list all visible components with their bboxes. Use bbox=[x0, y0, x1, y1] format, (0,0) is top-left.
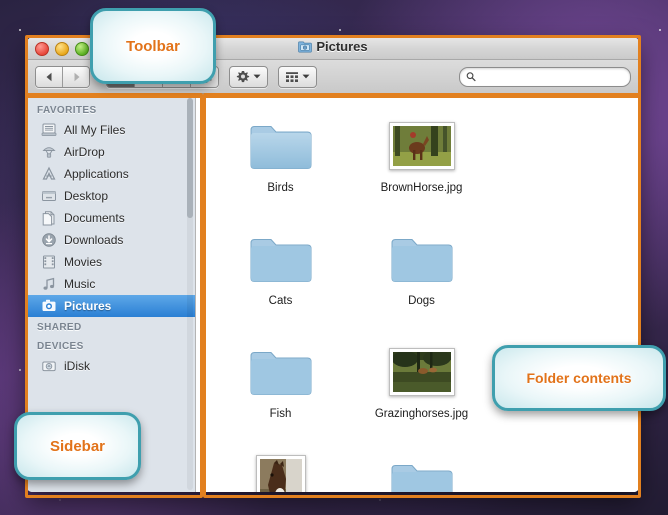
file-label: Grazinghorses.jpg bbox=[374, 408, 469, 420]
sidebar-item-downloads[interactable]: Downloads bbox=[27, 229, 195, 251]
file-item-cats[interactable]: Cats bbox=[210, 221, 351, 334]
thumbnail bbox=[255, 451, 306, 492]
folder-icon bbox=[250, 352, 311, 395]
sidebar-item-airdrop[interactable]: AirDrop bbox=[27, 141, 195, 163]
chevron-down-icon bbox=[253, 74, 261, 79]
sidebar-item-label: AirDrop bbox=[64, 145, 105, 159]
callout-contents-label: Folder contents bbox=[526, 370, 632, 386]
file-item-birds[interactable]: Birds bbox=[210, 108, 351, 221]
horse1-image bbox=[259, 459, 302, 492]
folder-icon bbox=[391, 465, 452, 492]
gear-icon bbox=[236, 70, 250, 82]
forward-button[interactable] bbox=[63, 66, 89, 87]
sidebar-item-music[interactable]: Music bbox=[27, 273, 195, 295]
all-my-files-icon bbox=[41, 123, 57, 136]
callout-sidebar-label: Sidebar bbox=[49, 437, 106, 455]
file-label: Birds bbox=[267, 182, 294, 194]
sidebar-item-movies[interactable]: Movies bbox=[27, 251, 195, 273]
sidebar-section-header-shared: SHARED bbox=[37, 322, 82, 333]
back-button[interactable] bbox=[36, 66, 63, 87]
sidebar-item-label: Pictures bbox=[64, 299, 112, 313]
sidebar-item-label: Desktop bbox=[64, 189, 109, 203]
downloads-icon bbox=[42, 233, 56, 247]
folder-icon bbox=[250, 239, 311, 282]
sidebar-item-all-my-files[interactable]: All My Files bbox=[27, 119, 195, 141]
sidebar-section-header-favorites: FAVORITES bbox=[37, 105, 97, 116]
arrange-button[interactable] bbox=[278, 65, 317, 88]
documents-icon bbox=[42, 211, 55, 226]
file-item-ichat-icons[interactable]: iChat Icons bbox=[351, 447, 492, 492]
pictures-icon bbox=[42, 299, 56, 311]
desktop-background: Pictures FAVORITES All My Files AirDrop … bbox=[0, 0, 668, 515]
window-title-text: Pictures bbox=[316, 39, 368, 54]
thumbnail bbox=[391, 225, 453, 293]
search-input[interactable] bbox=[479, 70, 624, 83]
action-gear-button[interactable] bbox=[229, 65, 268, 88]
music-icon bbox=[43, 277, 55, 290]
sidebar-item-label: iDisk bbox=[64, 359, 90, 373]
folder-icon bbox=[250, 126, 311, 169]
file-item-grazinghorses[interactable]: Grazinghorses.jpg bbox=[351, 334, 492, 447]
search-field[interactable] bbox=[459, 66, 631, 87]
sidebar-item-documents[interactable]: Documents bbox=[27, 207, 195, 229]
file-label: Fish bbox=[269, 408, 292, 420]
thumbnail bbox=[250, 225, 312, 293]
file-label: Cats bbox=[268, 295, 293, 307]
sidebar-section-header-devices: DEVICES bbox=[37, 341, 84, 352]
grazinghorses-image bbox=[392, 352, 451, 392]
sidebar-item-label: Movies bbox=[64, 255, 103, 269]
sidebar-item-desktop[interactable]: Desktop bbox=[27, 185, 195, 207]
sidebar-item-label: Documents bbox=[64, 211, 125, 225]
sidebar-item-label: Downloads bbox=[64, 233, 124, 247]
file-label: Dogs bbox=[408, 295, 435, 307]
image-thumbnail bbox=[255, 455, 306, 492]
pictures-folder-icon bbox=[298, 41, 313, 53]
desktop-icon bbox=[42, 191, 56, 201]
folder-icon bbox=[391, 239, 452, 282]
thumbnail bbox=[250, 338, 312, 406]
applications-icon bbox=[42, 166, 56, 180]
image-thumbnail bbox=[388, 122, 455, 170]
callout-toolbar: Toolbar bbox=[90, 8, 216, 84]
file-item-fish[interactable]: Fish bbox=[210, 334, 351, 447]
sidebar-item-applications[interactable]: Applications bbox=[27, 163, 195, 185]
file-label: BrownHorse.jpg bbox=[380, 182, 463, 194]
forward-arrow-icon bbox=[74, 72, 79, 81]
file-item-horse1[interactable]: horse1.jpg bbox=[210, 447, 351, 492]
back-arrow-icon bbox=[46, 72, 51, 81]
airdrop-icon bbox=[42, 147, 56, 158]
callout-toolbar-label: Toolbar bbox=[126, 37, 180, 55]
brownhorse-image bbox=[392, 126, 451, 166]
callout-sidebar: Sidebar bbox=[14, 412, 141, 480]
file-item-dogs[interactable]: Dogs bbox=[351, 221, 492, 334]
thumbnail bbox=[250, 112, 312, 180]
callout-folder-contents: Folder contents bbox=[492, 345, 666, 411]
sidebar-item-pictures[interactable]: Pictures bbox=[27, 295, 195, 317]
sidebar-item-idisk[interactable]: iDisk bbox=[27, 355, 195, 377]
thumbnail bbox=[388, 338, 455, 406]
navigation-buttons bbox=[35, 65, 90, 88]
arrange-grid-icon bbox=[286, 71, 298, 82]
thumbnail bbox=[391, 451, 453, 492]
sidebar-item-label: Music bbox=[64, 277, 96, 291]
folder-contents: Birds BrownHorse.jpg Cats Dogs Fish Graz… bbox=[196, 94, 639, 492]
icon-grid: Birds BrownHorse.jpg Cats Dogs Fish Graz… bbox=[210, 108, 629, 492]
image-thumbnail bbox=[388, 348, 455, 396]
sidebar-item-label: All My Files bbox=[64, 123, 126, 137]
thumbnail bbox=[388, 112, 455, 180]
file-item-brownhorse[interactable]: BrownHorse.jpg bbox=[351, 108, 492, 221]
search-icon bbox=[466, 72, 476, 82]
idisk-icon bbox=[42, 361, 56, 372]
movies-icon bbox=[43, 255, 55, 269]
sidebar-item-label: Applications bbox=[64, 167, 129, 181]
chevron-down-icon bbox=[302, 74, 310, 79]
sidebar-scrollbar[interactable] bbox=[187, 98, 193, 490]
